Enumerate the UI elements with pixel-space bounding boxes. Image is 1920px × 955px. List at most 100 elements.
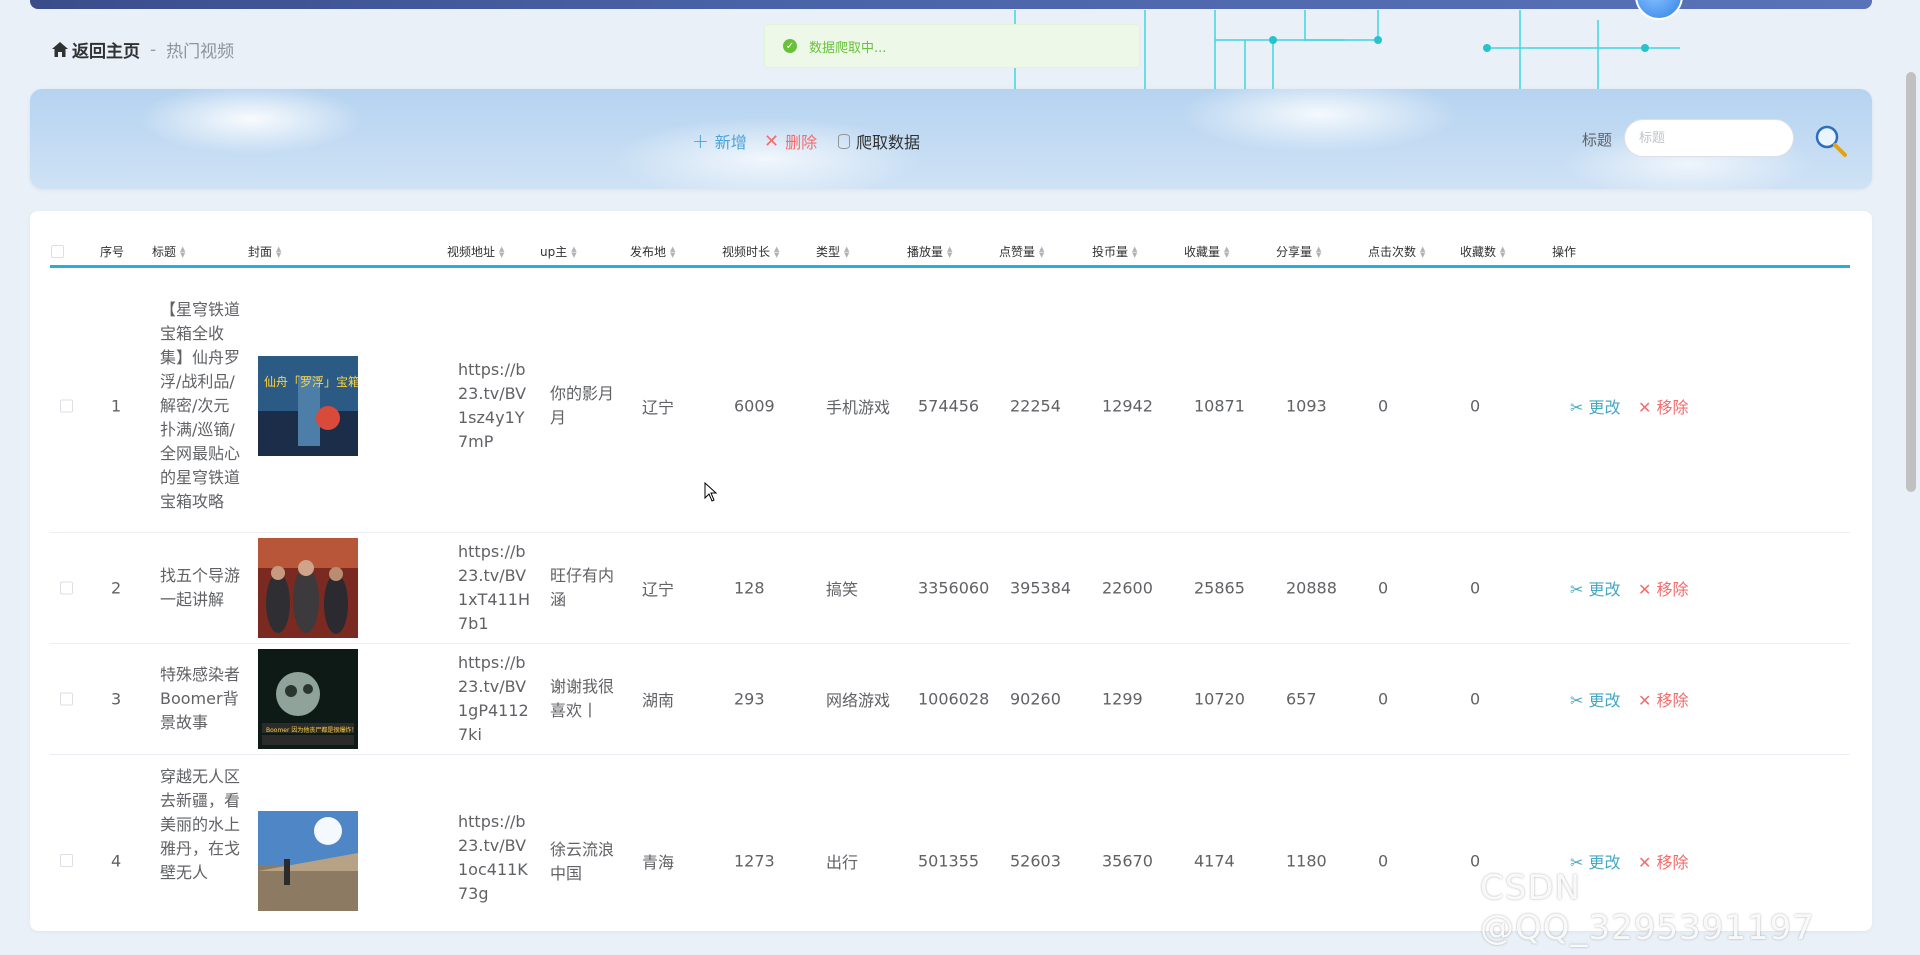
sort-icon[interactable]: ▲ ▼ [571,245,576,258]
sort-icon[interactable]: ▲ ▼ [844,245,849,258]
row-checkbox[interactable] [60,854,73,867]
scissors-icon: ✂ [1570,397,1589,417]
col-duration[interactable]: 视频时长 ▲ ▼ [722,243,779,260]
col-favorites[interactable]: 收藏量 ▲ ▼ [1184,243,1229,260]
col-url[interactable]: 视频地址 ▲ ▼ [447,243,504,260]
row-stores: 0 [1470,689,1481,709]
title-search-input[interactable] [1624,119,1794,157]
magnifier-icon[interactable] [1814,124,1848,158]
col-clicks[interactable]: 点击次数 ▲ ▼ [1368,243,1425,260]
cover-thumbnail [258,538,358,638]
row-clicks: 0 [1378,396,1389,415]
row-index: 4 [111,851,122,871]
row-url[interactable]: https://b23.tv/BV1sz4y1Y7mP [458,358,532,454]
col-cover[interactable]: 封面 ▲ ▼ [248,243,281,260]
page-scrollbar[interactable] [1906,72,1916,492]
scissors-icon: ✂ [1570,580,1589,599]
sort-icon[interactable]: ▲ ▼ [1500,245,1505,258]
breadcrumb-home-label: 返回主页 [72,42,140,62]
col-location[interactable]: 发布地 ▲ ▼ [630,243,675,260]
sort-icon[interactable]: ▲ ▼ [1316,245,1321,258]
row-duration: 1273 [734,851,775,871]
toast-message: 数据爬取中... [809,40,887,56]
cover-thumbnail [258,811,358,911]
row-plays: 501355 [918,851,980,871]
col-shares[interactable]: 分享量 ▲ ▼ [1276,243,1321,260]
col-up[interactable]: up主 ▲ ▼ [540,243,577,260]
row-clicks: 0 [1378,689,1389,709]
sort-icon[interactable]: ▲ ▼ [947,245,952,258]
row-coins: 12942 [1102,396,1153,415]
delete-button[interactable]: ✕ 删除 [764,129,817,153]
row-url[interactable]: https://b23.tv/BV1oc411K73g [458,810,532,906]
row-title: 穿越无人区去新疆，看美丽的水上雅丹，在戈壁无人 [160,767,241,882]
crawl-data-button[interactable]: 爬取数据 [838,129,920,153]
add-button[interactable]: + 新增 [692,129,747,153]
row-duration: 293 [734,689,765,709]
row-url[interactable]: https://b23.tv/BV1gP41127ki [458,651,532,747]
sort-icon[interactable]: ▲ ▼ [1420,245,1425,258]
row-type: 网络游戏 [826,691,891,710]
row-url[interactable]: https://b23.tv/BV1xT411H7b1 [458,540,532,636]
edit-button[interactable]: ✂ 更改 [1570,394,1621,418]
row-checkbox[interactable] [60,692,73,706]
row-location: 青海 [642,853,675,872]
remove-button[interactable]: ✕ 移除 [1638,394,1689,418]
crawl-label: 爬取数据 [856,133,921,152]
col-title[interactable]: 标题 ▲ ▼ [152,243,185,260]
edit-button[interactable]: ✂ 更改 [1570,687,1621,711]
row-up: 你的影月月 [550,383,615,427]
sort-icon[interactable]: ▲ ▼ [1132,245,1137,258]
row-location: 湖南 [642,691,675,710]
sort-icon[interactable]: ▲ ▼ [180,245,185,258]
col-stores[interactable]: 收藏数 ▲ ▼ [1460,243,1505,260]
row-clicks: 0 [1378,578,1389,598]
breadcrumb-home[interactable]: 返回主页 [52,37,140,62]
row-title: 特殊感染者Boomer背景故事 [160,665,241,732]
edit-button[interactable]: ✂ 更改 [1570,576,1621,600]
row-index: 3 [111,689,122,709]
col-plays[interactable]: 播放量 ▲ ▼ [907,243,952,260]
cover-title-text: 仙舟「罗浮」宝箱全收集 [264,374,358,389]
row-coins: 35670 [1102,851,1153,871]
row-stores: 0 [1470,578,1481,598]
select-all-checkbox[interactable] [51,245,64,258]
row-type: 手机游戏 [826,397,891,417]
add-label: 新增 [714,133,747,152]
table-row: 1 【星穹铁道宝箱全收集】仙舟罗浮/战利品/解密/次元扑满/巡镝/全网最贴心的星… [50,279,1850,533]
sort-icon[interactable]: ▲ ▼ [670,245,675,258]
row-checkbox[interactable] [60,399,73,412]
sort-icon[interactable]: ▲ ▼ [1224,245,1229,258]
col-coins[interactable]: 投币量 ▲ ▼ [1092,243,1137,260]
col-type[interactable]: 类型 ▲ ▼ [816,243,849,260]
watermark: CSDN @QQ_3295391197 [1480,868,1815,948]
sort-icon[interactable]: ▲ ▼ [499,245,504,258]
row-favorites: 10871 [1194,396,1245,415]
row-shares: 1093 [1286,396,1327,415]
row-duration: 128 [734,578,765,598]
plus-icon: + [692,129,709,153]
table-row: 2 找五个导游 一起讲解 https://b23.tv/BV1xT411H7b1… [50,533,1850,644]
row-duration: 6009 [734,396,775,415]
cover-caption-text: Boomer 因为他丧尸都是很爆炸！ [266,726,357,734]
home-icon [52,42,68,57]
cover-thumbnail: 仙舟「罗浮」宝箱全收集 [258,355,358,456]
row-title: 找五个导游 一起讲解 [160,566,241,609]
row-type: 出行 [826,853,859,872]
sort-icon[interactable]: ▲ ▼ [774,245,779,258]
col-likes[interactable]: 点赞量 ▲ ▼ [999,243,1044,260]
sort-icon[interactable]: ▲ ▼ [276,245,281,258]
row-plays: 3356060 [918,578,990,598]
row-up: 徐云流浪中国 [550,840,615,883]
row-stores: 0 [1470,396,1481,415]
video-table-panel: 序号 标题 ▲ ▼ 封面 ▲ ▼ 视频地址 ▲ ▼ up主 ▲ ▼ 发布地 ▲ ▼ 视频时长 ▲ ▼ 类… [30,211,1872,931]
sort-icon[interactable]: ▲ ▼ [1039,245,1044,258]
row-checkbox[interactable] [60,581,73,595]
remove-button[interactable]: ✕ 移除 [1638,687,1689,711]
check-circle-icon: ✓ [783,39,797,53]
row-index: 2 [111,578,122,598]
row-up: 旺仔有内涵 [550,566,615,609]
row-type: 搞笑 [826,580,859,599]
remove-button[interactable]: ✕ 移除 [1638,576,1689,600]
close-icon: ✕ [764,130,780,152]
